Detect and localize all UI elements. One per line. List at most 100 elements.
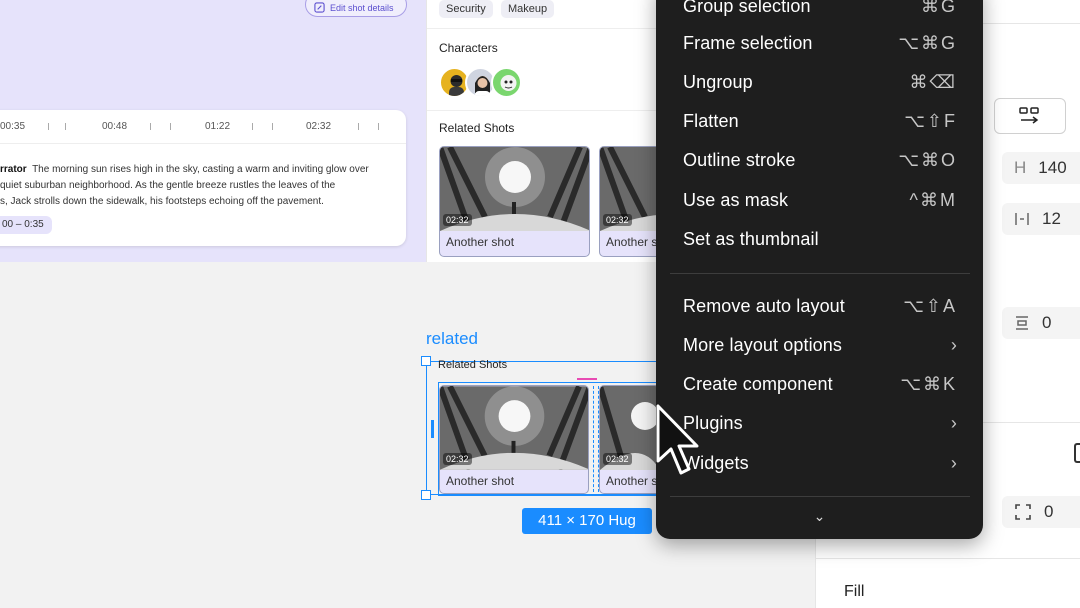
timeline-tick-label: 02:32 [306, 121, 332, 132]
device-icon[interactable] [1074, 443, 1080, 463]
design-preview: Edit shot details 00:35 00:48 01:22 02:3… [0, 0, 660, 262]
gap-value: 12 [1042, 209, 1061, 228]
tag-makeup[interactable]: Makeup [501, 0, 555, 18]
related-shots-title: Related Shots [438, 359, 508, 371]
gap-icon [1015, 213, 1029, 225]
shortcut: ⌥⇧F [904, 111, 957, 131]
shot-duration: 02:32 [603, 453, 632, 465]
shortcut: ⌥⇧A [903, 296, 957, 316]
mouse-cursor-icon [656, 404, 699, 475]
resize-handle[interactable] [421, 490, 431, 500]
menu-item-label: Outline stroke [683, 150, 796, 170]
shot-details-panel: Security Makeup Characters Related Shots… [426, 0, 660, 262]
menu-item-label: Create component [683, 374, 833, 394]
timeline-tick [358, 123, 359, 130]
shortcut: ⌥⌘K [900, 374, 957, 394]
divider [427, 110, 660, 111]
menu-item-ungroup[interactable]: Ungroup ⌘⌫ [683, 67, 963, 97]
edge-handle[interactable] [431, 420, 434, 438]
chevron-right-icon: › [950, 453, 957, 473]
menu-item-use-as-mask[interactable]: Use as mask ^⌘M [683, 185, 963, 215]
chevron-right-icon: › [950, 413, 957, 433]
related-shot-card[interactable]: 02:32 Another s [599, 146, 660, 257]
shot-label: Another s [606, 474, 658, 488]
edit-shot-details-label: Edit shot details [330, 2, 394, 13]
timeline-tick [150, 123, 151, 130]
timeline-tick [378, 123, 379, 130]
resize-handle[interactable] [421, 356, 431, 366]
shortcut: ^⌘M [909, 190, 957, 210]
menu-item-label: Frame selection [683, 33, 813, 53]
shot-label: Another shot [446, 474, 515, 488]
timeline-tick [272, 123, 273, 130]
layout-direction-toggle[interactable] [994, 98, 1066, 134]
related-shot-card[interactable]: 02:32 Another shot [439, 146, 590, 257]
menu-item-flatten[interactable]: Flatten ⌥⇧F [683, 106, 963, 136]
edit-icon [314, 2, 325, 13]
menu-item-create-component[interactable]: Create component ⌥⌘K [683, 369, 963, 399]
menu-item-label: More layout options [683, 335, 842, 355]
menu-item-label: Use as mask [683, 190, 789, 210]
padding-value: 0 [1042, 313, 1052, 332]
time-range-pill: 00 – 0:35 [0, 216, 52, 234]
height-field[interactable]: H 140 [1002, 152, 1080, 184]
timeline-tick [65, 123, 66, 130]
narration-line-3: s, Jack strolls down the sidewalk, his f… [0, 196, 324, 207]
gap-guide [593, 386, 594, 492]
menu-item-group-selection[interactable]: Group selection ⌘G [683, 0, 963, 21]
edit-shot-details-button[interactable]: Edit shot details [305, 0, 407, 17]
narration-text: rrator The morning sun rises high in the… [0, 162, 370, 210]
shot-label: Another s [606, 235, 658, 249]
component-name-label[interactable]: related [426, 329, 478, 349]
shortcut: ⌘G [920, 0, 957, 16]
vertical-padding-icon [1016, 316, 1028, 330]
narration-line-1: The morning sun rises high in the sky, c… [32, 164, 369, 175]
timeline-tick [48, 123, 49, 130]
menu-separator [670, 273, 970, 274]
menu-item-more-layout-options[interactable]: More layout options › [683, 330, 963, 360]
narration-line-2: quiet suburban neighborhood. As the gent… [0, 180, 336, 191]
menu-separator [670, 496, 970, 497]
related-shot-card[interactable]: 02:32 Another shot [439, 385, 589, 494]
corner-radius-icon [1015, 504, 1031, 520]
dimension-badge: 411 × 170 Hug [522, 508, 652, 534]
menu-item-plugins[interactable]: Plugins › [683, 408, 963, 438]
timeline-tick [170, 123, 171, 130]
tag-security[interactable]: Security [439, 0, 493, 18]
clip-value: 0 [1044, 502, 1054, 521]
shot-label: Another shot [446, 235, 515, 249]
menu-item-remove-auto-layout[interactable]: Remove auto layout ⌥⇧A [683, 291, 963, 321]
shortcut: ⌥⌘O [898, 150, 957, 170]
character-avatar[interactable] [491, 67, 522, 98]
menu-item-widgets[interactable]: Widgets › [683, 448, 963, 478]
related-shot-card[interactable]: 02:32 Another s [599, 385, 659, 494]
divider [427, 28, 660, 29]
related-shots-title: Related Shots [439, 121, 515, 135]
spacing-indicator [577, 378, 597, 380]
timeline-card: 00:35 00:48 01:22 02:32 rrator The morni… [0, 110, 406, 246]
timeline-tick-label: 01:22 [205, 121, 231, 132]
shot-duration: 02:32 [443, 214, 472, 226]
menu-item-label: Remove auto layout [683, 296, 845, 316]
timeline-tick-label: 00:48 [102, 121, 128, 132]
chevron-right-icon: › [950, 335, 957, 355]
menu-item-label: Ungroup [683, 72, 753, 92]
timeline-tick-label: 00:35 [0, 121, 26, 132]
menu-item-outline-stroke[interactable]: Outline stroke ⌥⌘O [683, 145, 963, 175]
section-divider [816, 558, 1080, 559]
menu-item-set-as-thumbnail[interactable]: Set as thumbnail [683, 224, 963, 254]
gap-field[interactable]: 12 [1002, 203, 1080, 235]
menu-item-label: Flatten [683, 111, 739, 131]
chevron-down-icon[interactable]: ⌄ [656, 508, 983, 532]
timeline-ruler: 00:35 00:48 01:22 02:32 [0, 110, 406, 144]
fill-section-title: Fill [844, 583, 865, 600]
shortcut: ⌘⌫ [909, 72, 957, 92]
height-value: 140 [1038, 158, 1067, 177]
menu-item-frame-selection[interactable]: Frame selection ⌥⌘G [683, 28, 963, 58]
shot-duration: 02:32 [443, 453, 472, 465]
narrator-label: rrator [0, 164, 27, 175]
characters-title: Characters [439, 41, 498, 55]
clip-content-field[interactable]: 0 [1002, 496, 1080, 528]
padding-field[interactable]: 0 [1002, 307, 1080, 339]
height-key: H [1014, 158, 1027, 177]
